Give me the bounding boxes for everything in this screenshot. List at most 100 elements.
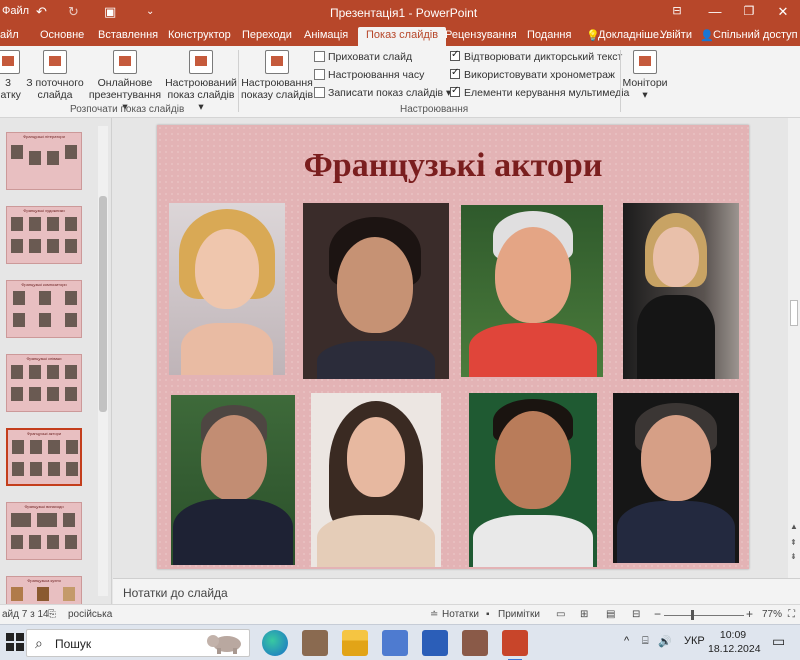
setup-slide-show-button[interactable]: Настроювання показу слайдів (240, 50, 314, 101)
minimize-icon[interactable]: — (702, 4, 728, 19)
redo-icon[interactable]: ↻ (68, 4, 79, 20)
app-thumbnail-icon[interactable] (302, 630, 328, 656)
file-explorer-icon[interactable] (342, 630, 368, 656)
comment-icon: ▪ (486, 609, 490, 620)
tab-view[interactable]: Подання (527, 29, 571, 41)
tray-chevron-icon[interactable]: ^ (624, 635, 629, 647)
zoom-slider-thumb[interactable] (691, 610, 694, 620)
ribbon-display-icon[interactable]: ⊟ (664, 4, 690, 17)
monitors-button[interactable]: Монітори ▾ (622, 50, 668, 101)
rehearse-timings-button[interactable]: Настроювання часу (314, 69, 424, 81)
clock-date: 18.12.2024 (708, 643, 761, 655)
edge-browser-icon[interactable] (262, 630, 288, 656)
setup-group-label: Настроювання (400, 104, 469, 115)
record-slide-show-button[interactable]: Записати показ слайдів ▾ (314, 87, 451, 99)
comments-toggle-button[interactable]: Примітки (498, 609, 540, 620)
start-from-beginning-icon[interactable]: ▣ (104, 4, 116, 20)
checkbox-icon (450, 67, 460, 79)
slide-thumbnail-5[interactable]: Французькі актори (6, 428, 82, 486)
ribbon-tabs: айл Основне Вставлення Конструктор Перех… (0, 26, 800, 46)
language-indicator[interactable]: російська (68, 609, 112, 620)
actor-photo-4[interactable] (623, 203, 739, 379)
tab-animation[interactable]: Анімація (304, 29, 348, 41)
use-timings-checkbox[interactable]: Використовувати хронометраж (450, 67, 615, 81)
zoom-slider[interactable] (664, 615, 744, 616)
sign-in-link[interactable]: Увійти (660, 29, 692, 41)
tab-design[interactable]: Конструктор (168, 29, 231, 41)
volume-icon[interactable]: 🔊 (658, 635, 672, 648)
calculator-icon[interactable] (382, 630, 408, 656)
search-icon: ⌕ (35, 635, 43, 651)
actor-photo-5[interactable] (171, 395, 295, 565)
actor-photo-2[interactable] (303, 203, 449, 379)
windows-start-icon[interactable] (6, 633, 24, 651)
thumbnail-scrollbar[interactable] (98, 126, 108, 596)
taskbar-clock[interactable]: 10:09 18.12.2024 (708, 628, 761, 656)
input-language[interactable]: УКР (684, 635, 705, 647)
slide-sorter-icon[interactable]: ⊞ (580, 609, 588, 620)
customize-icon[interactable]: ⌄ (146, 6, 154, 17)
tab-file[interactable]: айл (0, 29, 19, 41)
tab-insert[interactable]: Вставлення (98, 29, 158, 41)
slide-editor: Французькі актори (113, 118, 800, 578)
actor-photo-1[interactable] (169, 203, 285, 375)
hide-slide-button[interactable]: Приховати слайд (314, 51, 412, 63)
tab-tell-me[interactable]: Докладніше... (598, 29, 668, 41)
prev-slide-icon[interactable]: ⇞ (790, 538, 797, 547)
image-viewer-icon[interactable] (462, 630, 488, 656)
media-controls-checkbox[interactable]: Елементи керування мультимедіа (450, 85, 629, 99)
word-icon[interactable] (422, 630, 448, 656)
scrollbar-thumb[interactable] (790, 300, 798, 326)
checkbox-icon (450, 85, 460, 97)
from-current-slide-button[interactable]: З поточного слайда (24, 50, 86, 101)
window-title: Презентація1 - PowerPoint (330, 6, 478, 20)
fit-slide-icon[interactable]: ⛶ (788, 609, 795, 620)
notifications-icon[interactable]: ▭ (772, 633, 785, 650)
next-slide-icon[interactable]: ⇟ (790, 552, 797, 561)
zoom-level[interactable]: 77% (762, 609, 782, 620)
editor-scrollbar[interactable]: ▲ ⇞ ⇟ (788, 118, 800, 578)
ribbon: 3 чатку З поточного слайда Онлайнове пре… (0, 46, 800, 118)
scroll-up-icon[interactable]: ▲ (790, 522, 798, 531)
close-icon[interactable]: ✕ (770, 4, 796, 20)
tab-slide-show[interactable]: Показ слайдів (358, 27, 447, 46)
network-icon[interactable]: ⌸ (642, 635, 649, 648)
person-icon: 👤 (700, 30, 714, 42)
slide-canvas[interactable]: Французькі актори (157, 125, 749, 569)
slide-thumbnail-7[interactable]: Французька кухня (6, 576, 82, 604)
from-beginning-button[interactable]: 3 чатку (0, 50, 24, 101)
actor-photo-3[interactable] (461, 205, 603, 377)
slide-thumbnail-1[interactable]: Французькі літератори (6, 132, 82, 190)
reading-view-icon[interactable]: ▤ (606, 609, 615, 620)
actor-photo-7[interactable] (469, 393, 597, 567)
slide-thumbnail-2[interactable]: Французькі художники (6, 206, 82, 264)
clock-time: 10:09 (719, 629, 747, 641)
custom-show-icon (189, 50, 213, 74)
tab-transitions[interactable]: Переходи (242, 29, 292, 41)
powerpoint-icon[interactable] (502, 630, 528, 660)
slide-thumbnail-6[interactable]: Французькі винаходи (6, 502, 82, 560)
scrollbar-thumb[interactable] (99, 196, 107, 412)
slide-counter: айд 7 з 14 (2, 609, 49, 620)
undo-icon[interactable]: ↶ (36, 4, 47, 20)
tab-review[interactable]: Рецензування (445, 29, 517, 41)
notes-toggle-button[interactable]: Нотатки (442, 609, 479, 620)
zoom-out-button[interactable]: − (654, 607, 661, 621)
actor-photo-8[interactable] (613, 393, 739, 563)
normal-view-icon[interactable]: ▭ (556, 609, 565, 620)
spellcheck-icon[interactable]: ⎘ (48, 609, 56, 620)
slide-thumbnail-4[interactable]: Французькі співаки (6, 354, 82, 412)
taskbar-search-box[interactable]: ⌕ Пошук (26, 629, 250, 657)
notes-pane[interactable]: Нотатки до слайда (113, 578, 800, 604)
restore-icon[interactable]: ❐ (736, 4, 762, 18)
share-button[interactable]: Спільний доступ (713, 29, 798, 41)
tab-home[interactable]: Основне (40, 29, 84, 41)
slide-thumbnail-3[interactable]: Французькі композитори (6, 280, 82, 338)
play-narrations-checkbox[interactable]: Відтворювати дикторський текст (450, 49, 622, 63)
slide-title[interactable]: Французькі актори (157, 147, 749, 185)
slideshow-view-icon[interactable]: ⊟ (632, 609, 640, 620)
actor-photo-6[interactable] (311, 393, 441, 567)
title-bar: Файл ■ ↶ ↻ ▣ ⌄ Презентація1 - PowerPoint… (0, 0, 800, 26)
zoom-in-button[interactable]: + (746, 607, 753, 621)
slideshow-start-icon (0, 50, 20, 74)
